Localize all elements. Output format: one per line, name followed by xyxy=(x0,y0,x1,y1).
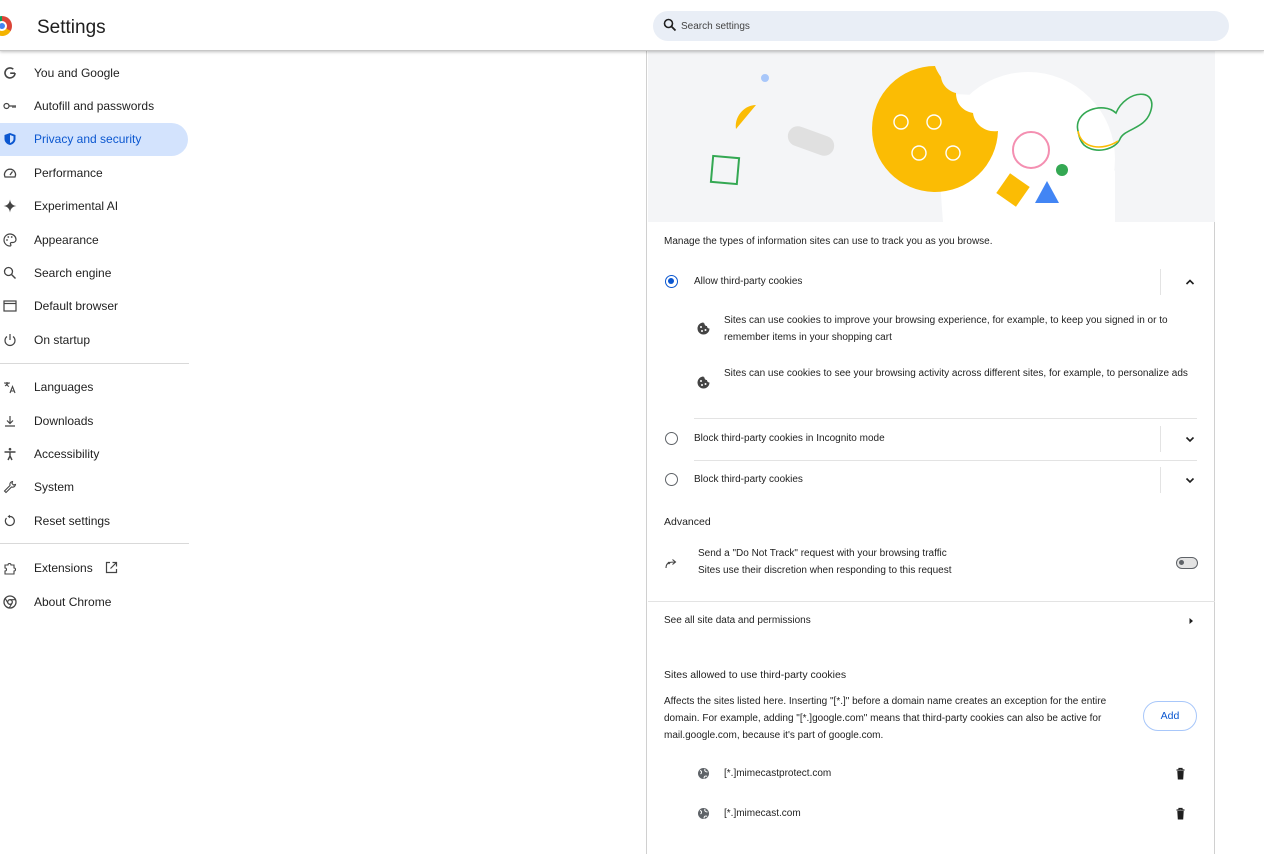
sidebar-item-performance[interactable]: Performance xyxy=(0,156,190,189)
site-data-link[interactable]: See all site data and permissions xyxy=(664,615,811,626)
sidebar-item-label: Appearance xyxy=(34,232,99,247)
option-divider xyxy=(1160,426,1161,452)
sidebar-item-languages[interactable]: Languages xyxy=(0,371,190,404)
site-name: [*.]mimecast.com xyxy=(724,808,801,819)
browser-window-icon xyxy=(3,300,17,313)
chrome-logo-icon xyxy=(0,16,12,36)
translate-icon xyxy=(4,382,16,394)
sidebar-item-label: System xyxy=(34,480,75,495)
cookie-icon xyxy=(697,322,710,335)
sidebar-item-label: Privacy and security xyxy=(34,132,142,147)
chevron-down-icon[interactable] xyxy=(1184,474,1196,486)
cookie-illustration-graphic xyxy=(709,66,1153,222)
key-icon xyxy=(3,102,16,110)
page-title: Settings xyxy=(37,17,106,38)
shield-icon xyxy=(4,133,16,146)
sidebar-item-search-engine[interactable]: Search engine xyxy=(0,256,190,289)
sidebar-divider xyxy=(0,543,189,545)
google-g-icon xyxy=(4,66,16,79)
wrench-icon xyxy=(3,481,17,494)
top-bar: Settings xyxy=(0,0,1264,51)
sidebar-item-label: Experimental AI xyxy=(34,199,119,214)
cookie-detail-2: Sites can use cookies to see your browsi… xyxy=(724,368,1188,379)
cookies-settings-card: Manage the types of information sites ca… xyxy=(646,51,1215,854)
sidebar-item-appearance[interactable]: Appearance xyxy=(0,223,190,256)
sidebar-item-label: Autofill and passwords xyxy=(34,99,155,114)
chevron-down-icon[interactable] xyxy=(1184,433,1196,445)
radio-block-third-party[interactable] xyxy=(665,473,678,486)
sidebar-item-accessibility[interactable]: Accessibility xyxy=(0,437,190,470)
chrome-icon xyxy=(3,594,17,609)
option-label-block-all[interactable]: Block third-party cookies xyxy=(694,474,803,485)
power-icon xyxy=(4,333,16,346)
dnt-subtitle: Sites use their discretion when respondi… xyxy=(698,565,952,576)
sidebar-divider xyxy=(0,362,189,364)
cookies-illustration xyxy=(648,51,1215,222)
trash-icon[interactable] xyxy=(1174,807,1187,820)
sidebar-item-privacy[interactable]: Privacy and security xyxy=(0,122,188,157)
sidebar-item-label: Languages xyxy=(34,380,94,395)
sidebar-item-reset-settings[interactable]: Reset settings xyxy=(0,504,190,537)
sidebar-item-system[interactable]: System xyxy=(0,471,190,504)
section-divider xyxy=(648,601,1215,602)
palette-icon xyxy=(3,233,17,247)
advanced-heading: Advanced xyxy=(664,516,711,528)
sidebar-item-autofill[interactable]: Autofill and passwords xyxy=(0,89,190,122)
sidebar-item-label: Search engine xyxy=(34,266,112,281)
accessibility-icon xyxy=(4,447,16,461)
option-divider xyxy=(1160,467,1161,493)
cookies-intro-text: Manage the types of information sites ca… xyxy=(664,236,993,247)
sidebar-item-extensions[interactable]: Extensions xyxy=(0,551,190,584)
do-not-track-icon xyxy=(665,559,677,569)
arrow-right-icon[interactable] xyxy=(1185,615,1197,627)
sparkle-icon xyxy=(3,199,17,213)
sidebar-item-label: About Chrome xyxy=(34,594,112,609)
sidebar-item-you-and-google[interactable]: You and Google xyxy=(0,56,190,89)
option-divider xyxy=(1160,269,1161,295)
add-site-button[interactable]: Add xyxy=(1143,701,1197,731)
sidebar-item-label: Reset settings xyxy=(34,513,111,528)
sidebar-item-label: Accessibility xyxy=(34,446,100,461)
sidebar-item-label: You and Google xyxy=(34,65,120,80)
search-input[interactable] xyxy=(681,11,1211,41)
sidebar-nav: You and Google Autofill and passwords Pr… xyxy=(0,56,190,618)
sidebar-item-label: On startup xyxy=(34,332,91,347)
globe-icon xyxy=(698,808,709,819)
option-label-block-incognito[interactable]: Block third-party cookies in Incognito m… xyxy=(694,433,885,444)
search-box[interactable] xyxy=(653,11,1229,41)
sidebar-item-label: Performance xyxy=(34,165,103,180)
option-label-allow[interactable]: Allow third-party cookies xyxy=(694,276,802,287)
row-divider xyxy=(694,460,1197,461)
dnt-toggle[interactable] xyxy=(1176,557,1198,569)
allowed-sites-description: Affects the sites listed here. Inserting… xyxy=(664,696,1107,741)
chevron-up-icon[interactable] xyxy=(1184,276,1196,288)
external-link-icon[interactable] xyxy=(105,561,118,574)
site-name: [*.]mimecastprotect.com xyxy=(724,768,832,779)
sidebar-item-on-startup[interactable]: On startup xyxy=(0,323,190,356)
trash-icon[interactable] xyxy=(1174,767,1187,780)
dnt-title: Send a "Do Not Track" request with your … xyxy=(698,548,947,559)
cookie-icon xyxy=(697,376,710,389)
cookie-detail-1: Sites can use cookies to improve your br… xyxy=(724,315,1168,343)
sidebar-item-default-browser[interactable]: Default browser xyxy=(0,290,190,323)
download-icon xyxy=(5,415,15,427)
globe-icon xyxy=(698,768,709,779)
sidebar-item-label: Default browser xyxy=(34,299,119,314)
allowed-sites-heading: Sites allowed to use third-party cookies xyxy=(664,669,847,681)
row-divider xyxy=(694,418,1197,419)
search-icon xyxy=(3,266,16,280)
sidebar-item-label: Extensions xyxy=(34,561,93,576)
sidebar-item-about-chrome[interactable]: About Chrome xyxy=(0,585,190,618)
puzzle-icon xyxy=(4,563,16,575)
radio-allow-third-party[interactable] xyxy=(665,275,678,288)
search-icon xyxy=(663,18,677,32)
sidebar-item-downloads[interactable]: Downloads xyxy=(0,404,190,437)
reset-icon xyxy=(4,514,15,526)
sidebar-item-experimental-ai[interactable]: Experimental AI xyxy=(0,190,190,223)
radio-block-incognito[interactable] xyxy=(665,432,678,445)
sidebar-item-label: Downloads xyxy=(34,413,94,428)
speedometer-icon xyxy=(3,168,17,178)
